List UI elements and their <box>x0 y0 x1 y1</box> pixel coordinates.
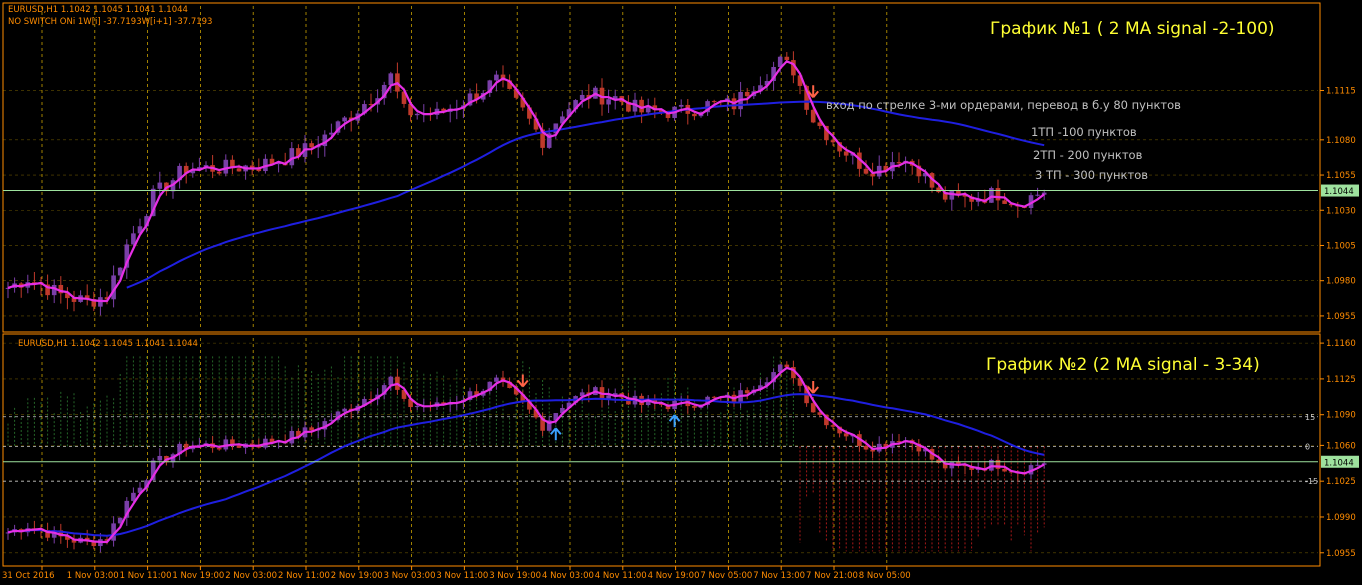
candle-body <box>342 408 347 412</box>
candle-body <box>414 406 420 408</box>
candle-body <box>692 406 697 408</box>
candle-body <box>342 117 347 122</box>
time-axis: 31 Oct 2016 1 Nov 03:00 1 Nov 11:00 1 Nov 1… <box>2 566 911 581</box>
chart-title: График №2 (2 MA signal - 3-34) <box>986 355 1260 375</box>
indicator-label: NO SWITCH ONi 1W[i] -37.7193W[i+1] -37.7… <box>8 17 212 27</box>
chart-header: EURUSD,H1 1.1042 1.1045 1.1041 1.1044 <box>18 339 198 349</box>
candle-body <box>157 455 163 461</box>
y-tick-label: 1.1125 <box>1326 375 1356 385</box>
candle-body <box>843 151 849 156</box>
x-tick-label: 7 Nov 21:00 <box>806 571 858 581</box>
candle-body <box>494 377 499 382</box>
x-tick-label: 1 Nov 11:00 <box>120 571 172 581</box>
x-tick-label: 4 Nov 11:00 <box>595 571 647 581</box>
candle-body <box>711 396 717 398</box>
candle-body <box>579 94 585 101</box>
y-tick-label: 1.1080 <box>1326 136 1356 146</box>
candle-body <box>414 113 420 116</box>
x-tick-label: 31 Oct 2016 <box>2 571 55 581</box>
candle-body <box>863 168 869 174</box>
candle-body <box>711 101 717 103</box>
x-tick-label: 4 Nov 19:00 <box>648 571 700 581</box>
candle-body <box>896 162 902 164</box>
candle-body <box>830 140 836 143</box>
candle-body <box>223 159 229 174</box>
candle-body <box>216 448 222 450</box>
candle-body <box>1035 194 1040 196</box>
level-label: 0 <box>1305 442 1310 451</box>
x-tick-label: 3 Nov 03:00 <box>384 571 436 581</box>
price-axis: 1.1160 1.1125 1.1090 1.1060 1.1025 1.0990 1.09… <box>1319 338 1359 563</box>
y-tick-label: 1.1055 <box>1326 171 1356 181</box>
candle-body <box>1002 200 1007 204</box>
x-tick-label: 1 Nov 03:00 <box>67 571 119 581</box>
tp3-note: 3 ТП - 300 пунктов <box>1035 168 1148 182</box>
candle-body <box>216 171 222 174</box>
candle-body <box>784 364 790 368</box>
x-tick-label: 2 Nov 11:00 <box>278 571 330 581</box>
candle-body <box>1035 464 1040 466</box>
level-label: -15 <box>1305 477 1318 486</box>
y-tick-label: 1.1160 <box>1326 339 1356 349</box>
x-tick-label: 7 Nov 05:00 <box>700 571 752 581</box>
entry-note: вход по стрелке 3-ми ордерами, перевод в… <box>826 98 1181 112</box>
candle-body <box>388 73 394 85</box>
price-axis: 1.1115 1.1080 1.1055 1.1030 1.1005 1.0980 1.09… <box>1319 6 1359 330</box>
chart-header: EURUSD,H1 1.1042 1.1045 1.1041 1.1044 <box>8 5 188 15</box>
tp1-note: 1ТП -100 пунктов <box>1031 125 1137 139</box>
y-tick-label: 1.0990 <box>1326 513 1356 523</box>
candle-body <box>606 99 611 105</box>
y-tick-label: 1.1090 <box>1326 411 1356 421</box>
chart-title: График №1 ( 2 MA signal -2-100) <box>990 19 1275 39</box>
candle-body <box>830 425 836 427</box>
candle-body <box>494 74 499 81</box>
candle-body <box>863 446 869 450</box>
candle-body <box>744 390 750 394</box>
current-price-label: 1.1044 <box>1324 187 1354 197</box>
candle-body <box>784 56 790 61</box>
x-tick-label: 3 Nov 11:00 <box>436 571 488 581</box>
current-price-label: 1.1044 <box>1324 458 1354 468</box>
x-tick-label: 2 Nov 19:00 <box>331 571 383 581</box>
candle-body <box>1002 468 1007 472</box>
y-tick-label: 1.1030 <box>1326 206 1356 216</box>
y-tick-label: 1.1005 <box>1326 241 1356 251</box>
candle-body <box>692 113 697 117</box>
x-tick-label: 3 Nov 19:00 <box>489 571 541 581</box>
y-tick-label: 1.1025 <box>1326 477 1356 487</box>
candle-body <box>309 143 314 148</box>
candle-body <box>157 182 163 189</box>
candle-body <box>388 376 394 386</box>
chart-panel-2[interactable]: 15 0 -15 1.1160 1.1125 1.1090 1.1060 1.1025 1.0… <box>2 333 1359 567</box>
candle-body <box>236 168 242 172</box>
x-tick-label: 2 Nov 03:00 <box>225 571 277 581</box>
candle-body <box>236 445 242 448</box>
trading-terminal: 1.1115 1.1080 1.1055 1.1030 1.1005 1.0980 1.09… <box>2 2 1359 581</box>
y-tick-label: 1.0955 <box>1326 549 1356 559</box>
candle-body <box>995 188 1001 201</box>
candle-body <box>744 91 750 97</box>
candle-body <box>289 148 295 166</box>
y-tick-label: 1.1060 <box>1326 441 1356 451</box>
candle-body <box>936 187 941 193</box>
x-tick-label: 1 Nov 19:00 <box>172 571 224 581</box>
tp2-note: 2ТП - 200 пунктов <box>1033 148 1143 162</box>
x-tick-label: 7 Nov 13:00 <box>753 571 805 581</box>
y-tick-label: 1.0980 <box>1326 277 1356 287</box>
level-label: 15 <box>1305 413 1315 422</box>
candle-body <box>678 104 684 107</box>
x-tick-label: 8 Nov 05:00 <box>859 571 911 581</box>
x-tick-label: 4 Nov 03:00 <box>542 571 594 581</box>
chart-panel-1[interactable]: 1.1115 1.1080 1.1055 1.1030 1.1005 1.0980 1.09… <box>2 2 1359 333</box>
y-tick-label: 1.0955 <box>1326 312 1356 322</box>
y-tick-label: 1.1115 <box>1326 87 1356 97</box>
